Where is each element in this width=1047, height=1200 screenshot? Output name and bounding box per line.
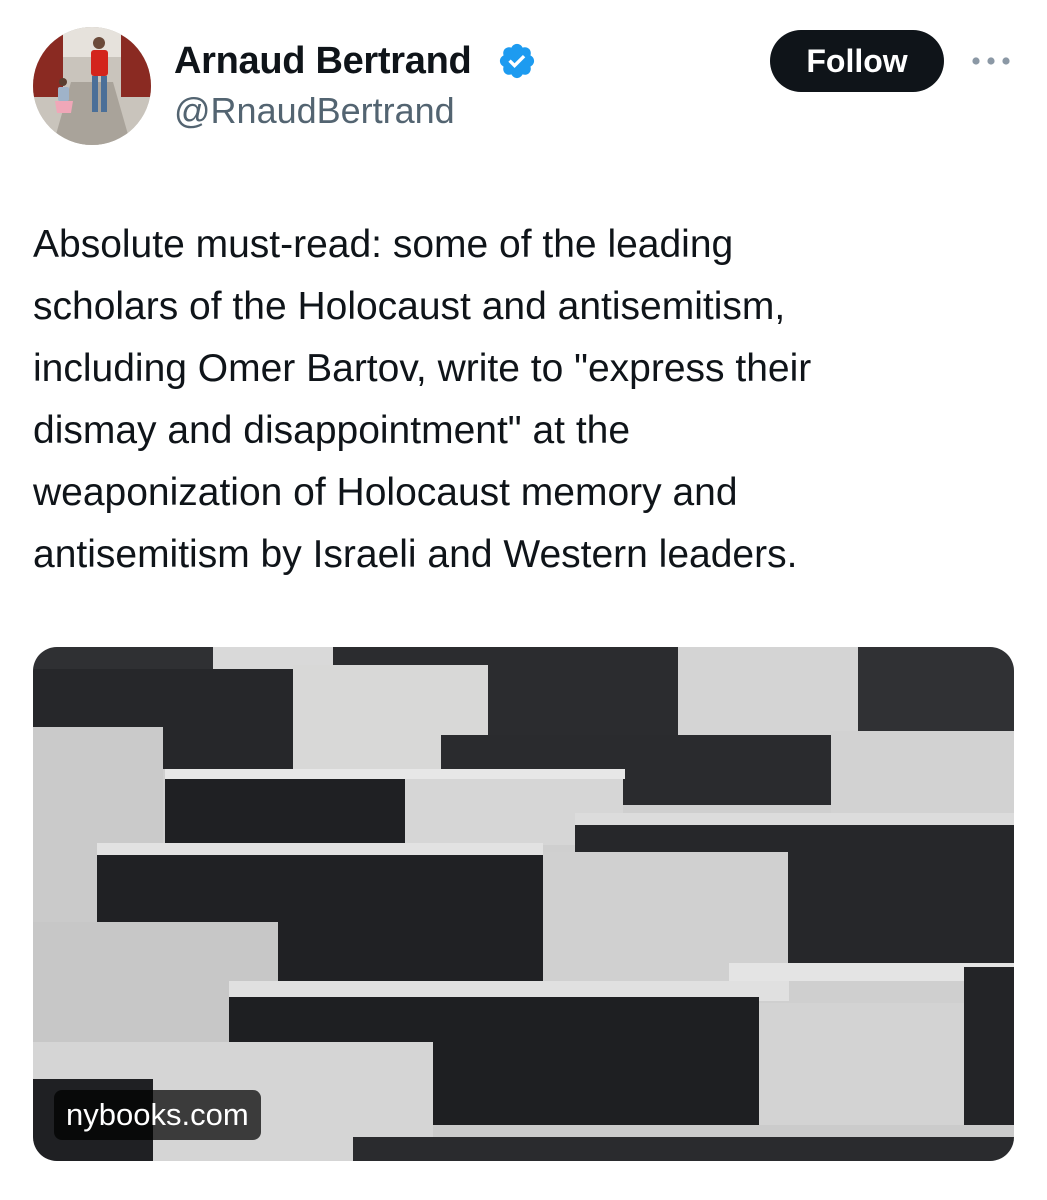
tweet-text-line: weaponization of Holocaust memory and — [33, 471, 738, 514]
tweet-text-line: scholars of the Holocaust and antisemiti… — [33, 285, 786, 328]
avatar[interactable] — [33, 27, 151, 145]
avatar-photo — [33, 27, 151, 145]
tweet-text: Absolute must-read: some of the leading … — [33, 214, 1018, 586]
tweet-text-line: including Omer Bartov, write to "express… — [33, 347, 812, 390]
memorial-stelae-photo — [33, 647, 1014, 1161]
tweet-text-line: Absolute must-read: some of the leading — [33, 223, 734, 266]
more-horizontal-icon — [972, 57, 1010, 65]
top-edge — [0, 0, 1047, 10]
author-display-name[interactable]: Arnaud Bertrand — [174, 40, 472, 83]
tweet-text-line: dismay and disappointment" at the — [33, 409, 631, 452]
more-options-button[interactable] — [966, 46, 1016, 76]
verified-badge-icon — [499, 43, 535, 79]
author-handle[interactable]: @RnaudBertrand — [174, 90, 455, 132]
follow-button[interactable]: Follow — [770, 30, 944, 92]
link-card-image[interactable] — [33, 647, 1014, 1161]
tweet-text-line: antisemitism by Israeli and Western lead… — [33, 533, 798, 576]
link-source-badge: nybooks.com — [54, 1090, 261, 1140]
